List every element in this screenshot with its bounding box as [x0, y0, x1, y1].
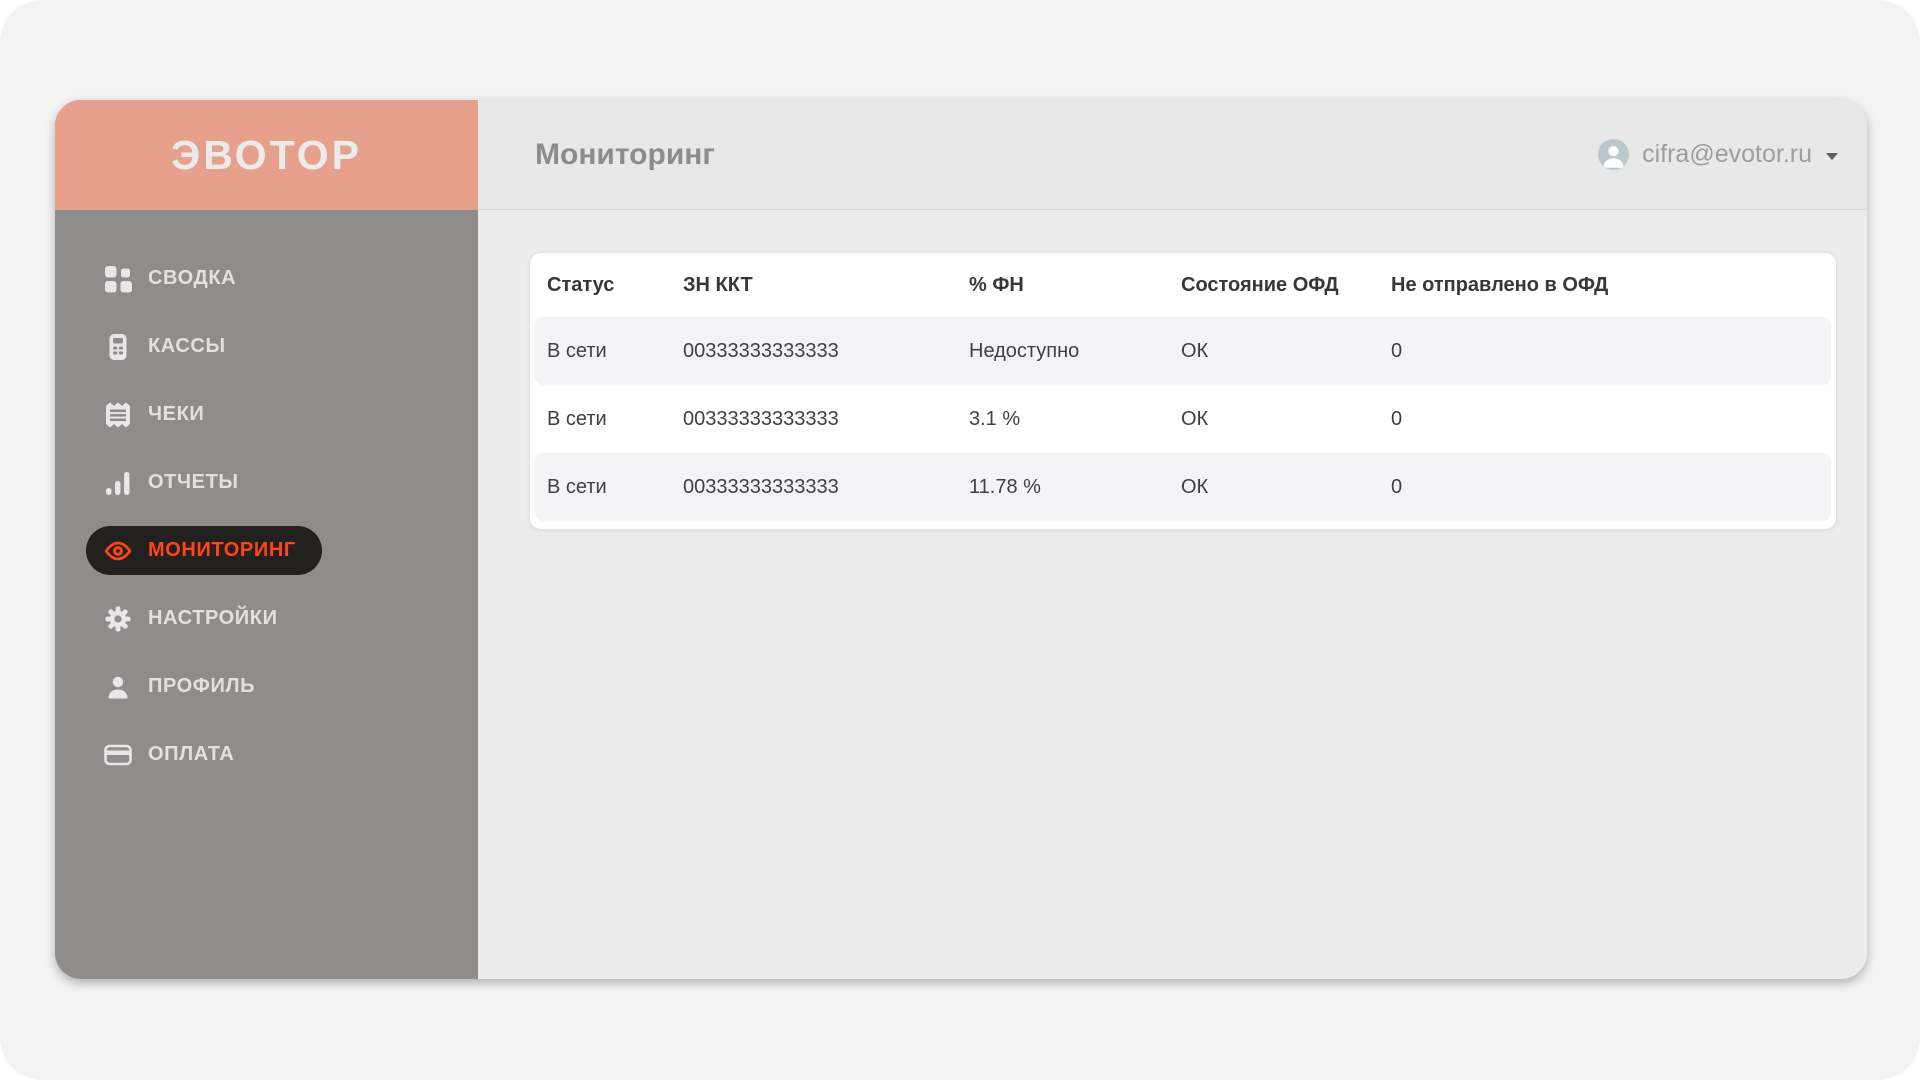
content-area: Статус ЗН ККТ % ФН Состояние ОФД Не отпр… [478, 210, 1867, 979]
cell-not-sent-ofd: 0 [1391, 339, 1403, 362]
cell-zn-kkt: 00333333333333 [683, 475, 839, 498]
evotor-logo: ЭВОТОР [55, 100, 478, 210]
sidebar-item-label: НАСТРОЙКИ [148, 607, 278, 629]
cell-fn-percent: Недоступно [969, 339, 1080, 362]
column-header-fn-percent: % ФН [969, 273, 1024, 296]
sidebar-item-profil[interactable]: ПРОФИЛЬ [86, 662, 281, 711]
cell-not-sent-ofd: 0 [1391, 407, 1403, 430]
eye-icon [103, 536, 133, 566]
column-header-ofd-state: Состояние ОФД [1181, 273, 1339, 296]
column-header-status: Статус [547, 273, 615, 296]
sidebar-item-label: ПРОФИЛЬ [148, 675, 256, 697]
credit-card-icon [103, 740, 133, 770]
cell-not-sent-ofd: 0 [1391, 475, 1403, 498]
topbar: Мониторинг cifra@evotor.ru [478, 100, 1867, 210]
sidebar-item-otchety[interactable]: ОТЧЕТЫ [86, 458, 265, 507]
sidebar-nav: СВОДКА КАССЫ ЧЕКИ ОТЧЕТЫ МОНИТОРИНГ НАСТ… [55, 210, 478, 798]
cell-status: В сети [547, 339, 607, 362]
sidebar: ЭВОТОР СВОДКА КАССЫ ЧЕКИ ОТЧЕТЫ МОНИТОРИ… [55, 100, 478, 979]
cell-ofd-state: ОК [1181, 407, 1209, 430]
cell-ofd-state: ОК [1181, 475, 1209, 498]
sidebar-item-monitoring[interactable]: МОНИТОРИНГ [86, 526, 322, 575]
sidebar-item-label: ОТЧЕТЫ [148, 471, 239, 493]
sidebar-item-cheki[interactable]: ЧЕКИ [86, 390, 230, 439]
monitoring-table: Статус ЗН ККТ % ФН Состояние ОФД Не отпр… [529, 252, 1837, 530]
user-menu[interactable]: cifra@evotor.ru [1598, 139, 1839, 170]
page-title: Мониторинг [535, 137, 715, 171]
cash-register-icon [103, 332, 133, 362]
chevron-down-icon [1825, 149, 1839, 161]
cell-status: В сети [547, 407, 607, 430]
bar-chart-icon [103, 468, 133, 498]
cell-zn-kkt: 00333333333333 [683, 339, 839, 362]
column-header-not-sent-ofd: Не отправлено в ОФД [1391, 273, 1609, 296]
column-header-zn-kkt: ЗН ККТ [683, 273, 753, 296]
sidebar-item-label: КАССЫ [148, 335, 226, 357]
user-email: cifra@evotor.ru [1642, 140, 1812, 168]
person-icon [103, 672, 133, 702]
sidebar-item-nastroyki[interactable]: НАСТРОЙКИ [86, 594, 304, 643]
gear-icon [103, 604, 133, 634]
table-row: В сети 00333333333333 11.78 % ОК 0 [535, 453, 1831, 521]
sidebar-item-label: МОНИТОРИНГ [148, 539, 296, 561]
page-background: ЭВОТОР СВОДКА КАССЫ ЧЕКИ ОТЧЕТЫ МОНИТОРИ… [0, 0, 1920, 1080]
app-window: ЭВОТОР СВОДКА КАССЫ ЧЕКИ ОТЧЕТЫ МОНИТОРИ… [55, 100, 1867, 979]
cell-fn-percent: 11.78 % [969, 475, 1041, 498]
sidebar-item-kassy[interactable]: КАССЫ [86, 322, 252, 371]
sidebar-item-label: СВОДКА [148, 267, 237, 289]
table-row: В сети 00333333333333 Недоступно ОК 0 [535, 317, 1831, 385]
receipt-icon [103, 400, 133, 430]
sidebar-item-svodka[interactable]: СВОДКА [86, 254, 262, 303]
avatar-icon [1598, 139, 1630, 170]
sidebar-item-label: ЧЕКИ [148, 403, 205, 425]
cell-fn-percent: 3.1 % [969, 407, 1021, 430]
sidebar-item-label: ОПЛАТА [148, 743, 235, 765]
table-row: В сети 00333333333333 3.1 % ОК 0 [535, 385, 1831, 453]
sidebar-item-oplata[interactable]: ОПЛАТА [86, 730, 260, 779]
table-header-row: Статус ЗН ККТ % ФН Состояние ОФД Не отпр… [535, 253, 1831, 317]
cell-ofd-state: ОК [1181, 339, 1209, 362]
dashboard-icon [103, 264, 133, 294]
cell-zn-kkt: 00333333333333 [683, 407, 839, 430]
main-area: Мониторинг cifra@evotor.ru Статус ЗН ККТ… [478, 100, 1867, 979]
cell-status: В сети [547, 475, 607, 498]
